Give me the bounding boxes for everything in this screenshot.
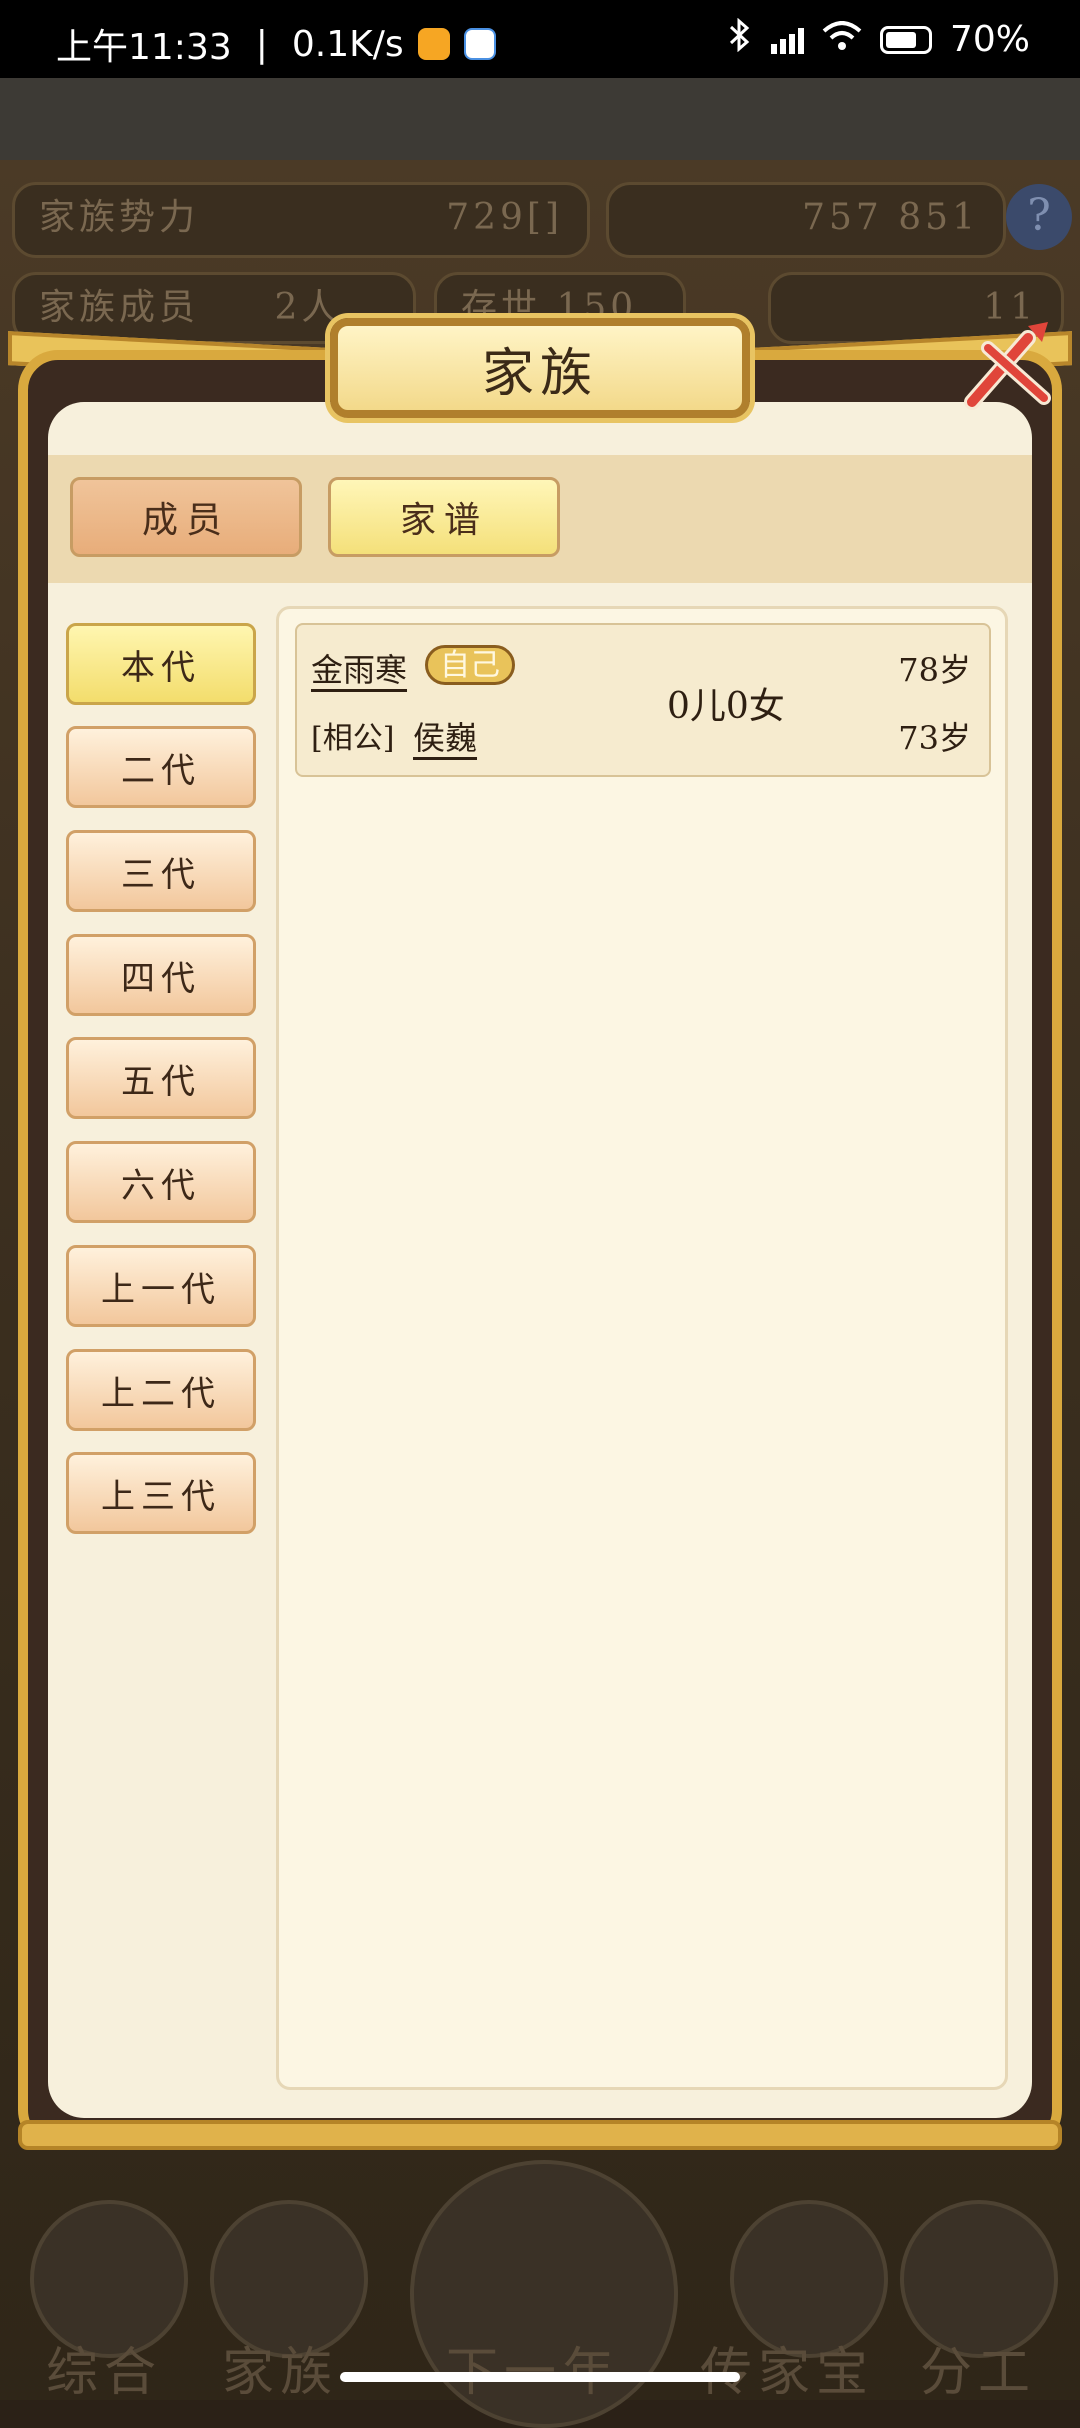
status-time: 上午11:33 bbox=[56, 27, 232, 68]
gen-label: 本代 bbox=[121, 647, 201, 688]
nav-summary-label: 综合 bbox=[46, 2343, 163, 2403]
gen-button-2[interactable]: 二代 bbox=[66, 726, 256, 808]
family-power-tail: ] bbox=[544, 197, 563, 238]
gen-button-prev-1[interactable]: 上一代 bbox=[66, 1245, 256, 1327]
status-separator: | bbox=[255, 23, 268, 65]
family-power-pill: 家族势力 729[] bbox=[12, 182, 590, 258]
tab-family-tree[interactable]: 家谱 bbox=[328, 477, 560, 557]
gen-button-3[interactable]: 三代 bbox=[66, 830, 256, 912]
gen-button-5[interactable]: 五代 bbox=[66, 1037, 256, 1119]
gen-label: 二代 bbox=[121, 750, 201, 791]
gen-label: 三代 bbox=[121, 854, 201, 895]
members-label: 家族成员 bbox=[39, 287, 200, 328]
gen-label: 六代 bbox=[121, 1165, 201, 1206]
wifi-icon bbox=[822, 19, 862, 60]
resource-a-value: 757 bbox=[802, 197, 883, 238]
family-tree-content: 金雨寒 自己 78岁 0儿0女 [相公] 侯巍 73岁 bbox=[276, 606, 1008, 2090]
nav-family-label: 家族 bbox=[222, 2343, 339, 2403]
help-icon[interactable]: ? bbox=[1006, 184, 1072, 250]
gen-label: 四代 bbox=[121, 958, 201, 999]
gen-button-current[interactable]: 本代 bbox=[66, 623, 256, 705]
gen-label: 上三代 bbox=[101, 1476, 221, 1517]
modal-frame-foot bbox=[18, 2120, 1062, 2150]
gen-button-prev-3[interactable]: 上三代 bbox=[66, 1452, 256, 1534]
status-bar: 上午11:33 | 0.1K/s 70% bbox=[0, 0, 1080, 78]
member-age: 78岁 bbox=[898, 651, 971, 689]
cloud-app-icon bbox=[463, 28, 496, 60]
resource-b-value: 851 bbox=[898, 197, 979, 238]
home-indicator[interactable] bbox=[340, 2372, 740, 2382]
modal-tab-bar: 成员 家谱 bbox=[48, 455, 1032, 583]
gen-button-4[interactable]: 四代 bbox=[66, 934, 256, 1016]
modal-title: 家族 bbox=[330, 318, 750, 418]
children-count: 0儿0女 bbox=[667, 686, 785, 727]
nav-division-label: 分工 bbox=[920, 2343, 1037, 2403]
signal-icon bbox=[770, 26, 804, 54]
network-speed: 0.1K/s bbox=[291, 23, 404, 65]
tab-members-label: 成员 bbox=[141, 500, 230, 541]
spouse-age: 73岁 bbox=[898, 719, 971, 757]
spouse-name[interactable]: 侯巍 bbox=[413, 713, 477, 759]
gen-button-prev-2[interactable]: 上二代 bbox=[66, 1349, 256, 1431]
tab-members[interactable]: 成员 bbox=[70, 477, 302, 557]
battery-level: 70% bbox=[949, 19, 1030, 60]
gen-label: 上一代 bbox=[101, 1269, 221, 1310]
gen-label: 五代 bbox=[121, 1061, 201, 1102]
home-app-icon bbox=[417, 28, 450, 60]
spouse-prefix: [相公] bbox=[311, 721, 395, 756]
gen-label: 上二代 bbox=[101, 1373, 221, 1414]
resource-pill: 757 851 bbox=[606, 182, 1006, 258]
members-value: 2人 bbox=[274, 287, 342, 328]
close-icon bbox=[958, 318, 1054, 418]
top-band bbox=[0, 78, 1080, 160]
member-row: 金雨寒 自己 78岁 0儿0女 [相公] 侯巍 73岁 bbox=[295, 623, 991, 777]
family-power-label: 家族势力 bbox=[39, 197, 200, 238]
nav-heirloom-label: 传家宝 bbox=[700, 2343, 875, 2403]
nav-next-year-label: 下一年 bbox=[446, 2330, 620, 2405]
self-badge: 自己 bbox=[425, 645, 515, 685]
close-button[interactable] bbox=[956, 318, 1056, 418]
family-power-value: 729[ bbox=[446, 197, 545, 238]
battery-icon bbox=[879, 25, 932, 54]
member-name[interactable]: 金雨寒 bbox=[311, 645, 407, 691]
bluetooth-icon bbox=[727, 17, 753, 61]
modal-title-text: 家族 bbox=[481, 343, 598, 404]
gen-button-6[interactable]: 六代 bbox=[66, 1141, 256, 1223]
tab-family-tree-label: 家谱 bbox=[399, 500, 488, 541]
